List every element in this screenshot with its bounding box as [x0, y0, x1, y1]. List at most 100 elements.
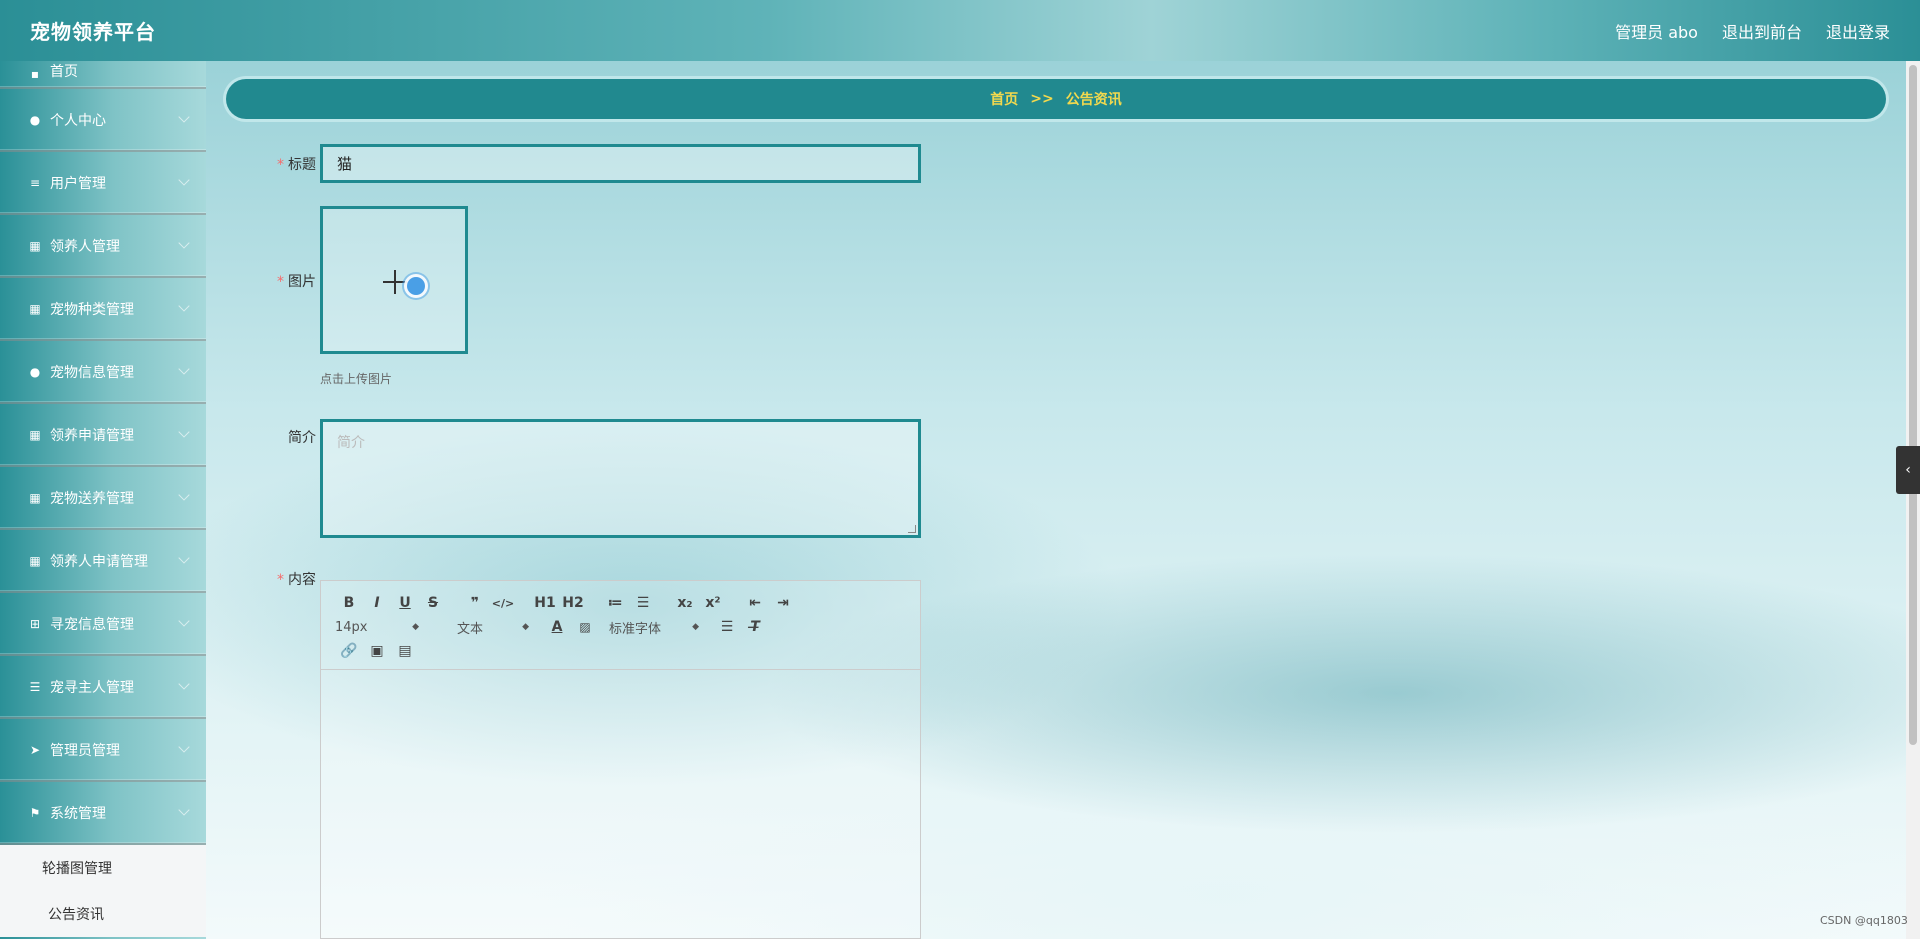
main-content: 首页 >> 公告资讯 * 标题 猫 * 图片 点击上传图片 简介 简介 * 内容 B … — [206, 61, 1906, 939]
header-select[interactable]: 文本 ◆ — [433, 618, 529, 637]
ordered-list-button[interactable]: ≔ — [601, 595, 629, 611]
mouse-cursor-indicator — [407, 277, 425, 295]
chevron-down-icon — [178, 804, 190, 816]
user-icon: ● — [29, 364, 41, 379]
sidebar-item-personal-center[interactable]: ● 个人中心 — [0, 89, 206, 152]
sidebar-item-lost-pet-info-management[interactable]: ⊞ 寻宠信息管理 — [0, 593, 206, 656]
clear-format-icon[interactable]: T̶ — [741, 619, 769, 635]
toolbar-row-1: B I U S ❞ </> H1 H2 ≔ ☰ x₂ x² ⇤ ⇥ — [335, 591, 910, 615]
required-mark: * — [277, 157, 284, 173]
sidebar-item-label: 个人中心 — [50, 112, 106, 129]
sidebar-item-pet-info-management[interactable]: ● 宠物信息管理 — [0, 341, 206, 404]
grid-icon: ▦ — [29, 301, 41, 316]
strike-button[interactable]: S — [419, 595, 447, 611]
upload-hint: 点击上传图片 — [320, 372, 393, 386]
sidebar-item-label: 寻宠信息管理 — [50, 616, 134, 633]
header1-button[interactable]: H1 — [531, 595, 559, 611]
header2-button[interactable]: H2 — [559, 595, 587, 611]
sidebar-item-adopter-application-management[interactable]: ▦ 领养人申请管理 — [0, 530, 206, 593]
page-scrollbar[interactable] — [1906, 61, 1920, 939]
font-size-select[interactable]: 14px ◆ — [335, 620, 419, 635]
toolbar-row-2: 14px ◆ 文本 ◆ A ▨ 标准字体 ◆ ☰ T̶ — [335, 615, 910, 639]
brand-title: 宠物领养平台 — [30, 20, 156, 44]
submenu-item-carousel[interactable]: 轮播图管理 — [0, 845, 206, 891]
top-header: 宠物领养平台 管理员 abo 退出到前台 退出登录 — [0, 0, 1920, 61]
align-icon[interactable]: ☰ — [713, 619, 741, 635]
chevron-down-icon — [178, 174, 190, 186]
intro-placeholder: 简介 — [337, 435, 365, 451]
sidebar-item-label: 管理员管理 — [50, 742, 120, 759]
sliders-icon: ≡ — [29, 175, 41, 190]
chevron-down-icon — [178, 237, 190, 249]
underline-button[interactable]: U — [391, 595, 419, 611]
title-label: * 标题 — [277, 157, 316, 173]
system-submenu: 轮播图管理 公告资讯 — [0, 845, 206, 937]
sidebar-item-label: 领养人管理 — [50, 238, 120, 255]
scrollbar-thumb[interactable] — [1909, 65, 1917, 745]
sidebar-item-label: 首页 — [50, 64, 78, 80]
bullet-list-button[interactable]: ☰ — [629, 595, 657, 611]
sidebar-item-admin-management[interactable]: ➤ 管理员管理 — [0, 719, 206, 782]
rich-text-editor[interactable]: B I U S ❞ </> H1 H2 ≔ ☰ x₂ x² ⇤ ⇥ 14px ◆… — [320, 580, 921, 939]
sidebar-item-user-management[interactable]: ≡ 用户管理 — [0, 152, 206, 215]
sidebar-item-label: 宠物送养管理 — [50, 490, 134, 507]
sidebar-item-label: 宠物信息管理 — [50, 364, 134, 381]
bold-button[interactable]: B — [335, 595, 363, 611]
user-icon: ● — [29, 112, 41, 127]
intro-label: 简介 — [288, 430, 316, 446]
sidebar-item-system-management[interactable]: ⚑ 系统管理 — [0, 782, 206, 845]
sidebar-item-pet-owner-search-management[interactable]: ☰ 宠寻主人管理 — [0, 656, 206, 719]
content-label: * 内容 — [277, 572, 316, 588]
subscript-button[interactable]: x₂ — [671, 595, 699, 611]
blockquote-button[interactable]: ❞ — [461, 595, 489, 611]
intro-textarea[interactable]: 简介 — [320, 419, 921, 538]
font-family-select[interactable]: 标准字体 ◆ — [599, 618, 699, 637]
toolbar-row-3: 🔗 ▣ ▤ — [335, 639, 910, 663]
sidebar-item-label: 用户管理 — [50, 175, 106, 192]
outdent-button[interactable]: ⇤ — [741, 595, 769, 611]
link-icon[interactable]: 🔗 — [335, 643, 363, 659]
chevron-down-icon — [178, 300, 190, 312]
sidebar-item-pet-category-management[interactable]: ▦ 宠物种类管理 — [0, 278, 206, 341]
video-icon[interactable]: ▤ — [391, 643, 419, 659]
flag-icon: ⚑ — [29, 805, 41, 820]
sidebar-item-label: 领养人申请管理 — [50, 553, 148, 570]
editor-toolbar: B I U S ❞ </> H1 H2 ≔ ☰ x₂ x² ⇤ ⇥ 14px ◆… — [321, 581, 920, 670]
sidebar-menu: ▪ 首页 ● 个人中心 ≡ 用户管理 ▦ 领养人管理 ▦ 宠物种类管理 ● 宠物… — [0, 61, 206, 939]
select-arrows-icon: ◆ — [522, 622, 529, 632]
code-block-button[interactable]: </> — [489, 597, 517, 610]
watermark: CSDN @qq1803 — [1820, 914, 1908, 927]
list-icon: ☰ — [29, 679, 41, 694]
background-color-icon[interactable]: ▨ — [571, 620, 599, 634]
superscript-button[interactable]: x² — [699, 595, 727, 611]
sidebar-item-label: 宠物种类管理 — [50, 301, 134, 318]
italic-button[interactable]: I — [363, 595, 391, 611]
submenu-item-announcements[interactable]: 公告资讯 — [0, 891, 206, 937]
logout-link[interactable]: 退出登录 — [1826, 19, 1890, 43]
current-user-label: 管理员 abo — [1615, 22, 1698, 42]
sidebar-item-adopter-management[interactable]: ▦ 领养人管理 — [0, 215, 206, 278]
sidebar-item-adoption-application-management[interactable]: ▦ 领养申请管理 — [0, 404, 206, 467]
sidebar-item-home[interactable]: ▪ 首页 — [0, 61, 206, 89]
exit-to-front-link[interactable]: 退出到前台 — [1722, 19, 1802, 43]
title-input[interactable]: 猫 — [320, 144, 921, 183]
image-label: * 图片 — [277, 274, 316, 290]
sidebar-item-label: 领养申请管理 — [50, 427, 134, 444]
breadcrumb-home[interactable]: 首页 — [990, 89, 1018, 109]
title-input-value: 猫 — [337, 155, 353, 173]
sidebar-item-label: 系统管理 — [50, 805, 106, 822]
sidebar-item-pet-rehoming-management[interactable]: ▦ 宠物送养管理 — [0, 467, 206, 530]
breadcrumb-separator: >> — [1030, 91, 1054, 107]
chevron-down-icon — [178, 615, 190, 627]
plus-icon-vertical — [394, 270, 396, 294]
select-arrows-icon: ◆ — [692, 622, 699, 632]
indent-button[interactable]: ⇥ — [769, 595, 797, 611]
grid-icon: ▦ — [29, 553, 41, 568]
chevron-left-icon[interactable]: ‹ — [1896, 446, 1920, 494]
chevron-down-icon — [178, 426, 190, 438]
font-color-icon[interactable]: A — [543, 619, 571, 635]
image-upload-button[interactable] — [320, 206, 468, 354]
image-icon[interactable]: ▣ — [363, 643, 391, 659]
grid-icon: ▦ — [29, 490, 41, 505]
resize-handle-icon[interactable] — [908, 525, 916, 533]
